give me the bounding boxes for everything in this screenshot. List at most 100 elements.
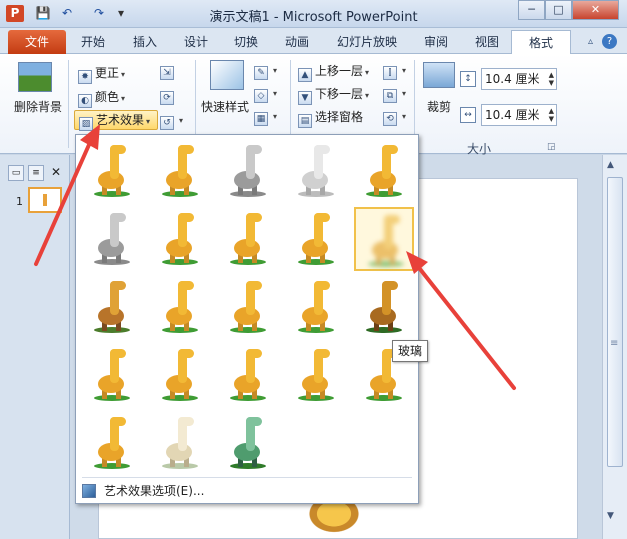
tab-transitions[interactable]: 切换 (231, 30, 261, 54)
quick-styles-icon[interactable] (210, 60, 244, 90)
effect-option[interactable] (82, 275, 142, 339)
group-objects-icon: ⧉ (383, 89, 397, 103)
group-button[interactable]: ⧉ ▾ (383, 85, 406, 103)
effect-tooltip: 玻璃 (392, 340, 429, 362)
vertical-scrollbar[interactable]: ▲ ≡ ▼ (602, 155, 627, 539)
corrections-label: 更正 (95, 66, 120, 80)
giraffe-preview-icon (94, 145, 130, 197)
chevron-down-icon: ▾ (402, 89, 407, 98)
close-panel-icon[interactable]: ✕ (48, 165, 64, 181)
picture-border-button[interactable]: ✎ ▾ (254, 62, 277, 80)
artistic-effects-gallery: 艺术效果选项(E)... (75, 134, 419, 504)
shape-width-icon: ↔ (460, 107, 476, 123)
send-backward-button[interactable]: ▼ 下移一层 ▾ (298, 85, 369, 105)
effect-option[interactable] (150, 139, 210, 203)
collapse-ribbon-icon[interactable]: ▵ (583, 34, 598, 49)
tab-insert[interactable]: 插入 (130, 30, 160, 54)
close-button[interactable]: ✕ (572, 0, 619, 20)
spinner-icon[interactable]: ▲ ▼ (549, 71, 554, 87)
effect-option[interactable] (286, 275, 346, 339)
effect-option[interactable] (286, 207, 346, 271)
tab-design[interactable]: 设计 (181, 30, 211, 54)
effect-option[interactable] (286, 343, 346, 407)
remove-background-button[interactable]: 删除背景 (14, 98, 62, 115)
chevron-down-icon: ▾ (365, 91, 370, 100)
compress-icon: ⇲ (160, 66, 174, 80)
giraffe-preview-icon (94, 417, 130, 469)
shape-height-icon: ↕ (460, 71, 476, 87)
slides-tab-icon[interactable]: ▭ (8, 165, 24, 181)
crop-button[interactable]: 裁剪 (427, 98, 451, 115)
corrections-button[interactable]: ✸ 更正 ▾ (78, 64, 125, 84)
group-separator (68, 60, 69, 148)
width-field[interactable]: 10.4 厘米 ▲ ▼ (481, 104, 557, 126)
bring-forward-icon: ▲ (298, 68, 312, 82)
effect-option[interactable] (218, 139, 278, 203)
selection-pane-button[interactable]: ▤ 选择窗格 (298, 108, 363, 128)
scroll-up-icon[interactable]: ▲ (607, 160, 614, 170)
giraffe-preview-icon (94, 349, 130, 401)
change-picture-button[interactable]: ⟳ (160, 87, 177, 105)
help-icon[interactable]: ? (602, 34, 617, 49)
effect-option[interactable] (354, 207, 414, 271)
tab-format[interactable]: 格式 (511, 30, 571, 55)
effect-option[interactable] (82, 139, 142, 203)
effect-option[interactable] (218, 343, 278, 407)
tab-file[interactable]: 文件 (8, 30, 66, 54)
effect-option[interactable] (354, 275, 414, 339)
tab-view[interactable]: 视图 (472, 30, 502, 54)
color-button[interactable]: ◐ 颜色 ▾ (78, 88, 125, 108)
spinner-icon[interactable]: ▲ ▼ (549, 107, 554, 123)
chevron-down-icon: ▾ (179, 116, 184, 125)
effect-option[interactable] (218, 275, 278, 339)
minimize-button[interactable]: ─ (518, 0, 545, 20)
maximize-button[interactable]: □ (545, 0, 572, 20)
giraffe-preview-icon (230, 213, 266, 265)
dialog-launcher-icon[interactable]: ◲ (547, 142, 556, 152)
tab-slideshow[interactable]: 幻灯片放映 (334, 30, 400, 54)
tab-review[interactable]: 审阅 (421, 30, 451, 54)
effect-option[interactable] (82, 207, 142, 271)
effect-option[interactable] (218, 207, 278, 271)
giraffe-preview-icon (162, 281, 198, 333)
tab-home[interactable]: 开始 (78, 30, 108, 54)
quick-styles-button[interactable]: 快速样式 (201, 98, 249, 115)
rotate-button[interactable]: ⟲ ▾ (383, 108, 406, 126)
artistic-effects-icon: ▨ (79, 117, 93, 131)
compress-pictures-button[interactable]: ⇲ (160, 62, 177, 80)
width-value: 10.4 厘米 (485, 108, 540, 122)
chevron-down-icon: ▾ (402, 66, 407, 75)
reset-picture-button[interactable]: ↺ ▾ (160, 112, 183, 130)
effect-option[interactable] (150, 207, 210, 271)
effect-option[interactable] (286, 139, 346, 203)
effect-option[interactable] (150, 275, 210, 339)
color-icon: ◐ (78, 94, 92, 108)
picture-layout-button[interactable]: ▦ ▾ (254, 108, 277, 126)
giraffe-preview-icon (94, 213, 130, 265)
bring-forward-button[interactable]: ▲ 上移一层 ▾ (298, 62, 369, 82)
effect-option[interactable] (82, 411, 142, 475)
effect-option[interactable] (82, 343, 142, 407)
tab-animations[interactable]: 动画 (282, 30, 312, 54)
effect-option[interactable] (218, 411, 278, 475)
slide-thumbnail[interactable] (28, 187, 62, 213)
giraffe-preview-icon (298, 281, 334, 333)
picture-effects-button[interactable]: ◇ ▾ (254, 85, 277, 103)
effect-option[interactable] (354, 139, 414, 203)
outline-tab-icon[interactable]: ≡ (28, 165, 44, 181)
picture-layout-icon: ▦ (254, 112, 268, 126)
scroll-down-icon[interactable]: ▼ (607, 511, 614, 521)
artistic-effects-button[interactable]: ▨ 艺术效果 ▾ (74, 110, 158, 131)
crop-icon[interactable] (423, 62, 455, 88)
options-icon (82, 484, 96, 498)
corrections-icon: ✸ (78, 70, 92, 84)
giraffe-preview-icon (230, 145, 266, 197)
height-field[interactable]: 10.4 厘米 ▲ ▼ (481, 68, 557, 90)
effect-option[interactable] (150, 343, 210, 407)
chevron-down-icon: ▾ (121, 94, 126, 103)
align-button[interactable]: ⫿ ▾ (383, 62, 406, 80)
artistic-effects-options-item[interactable]: 艺术效果选项(E)... (82, 482, 204, 500)
effect-option[interactable] (150, 411, 210, 475)
remove-background-icon[interactable] (18, 62, 52, 92)
scroll-thumb[interactable]: ≡ (607, 177, 623, 467)
